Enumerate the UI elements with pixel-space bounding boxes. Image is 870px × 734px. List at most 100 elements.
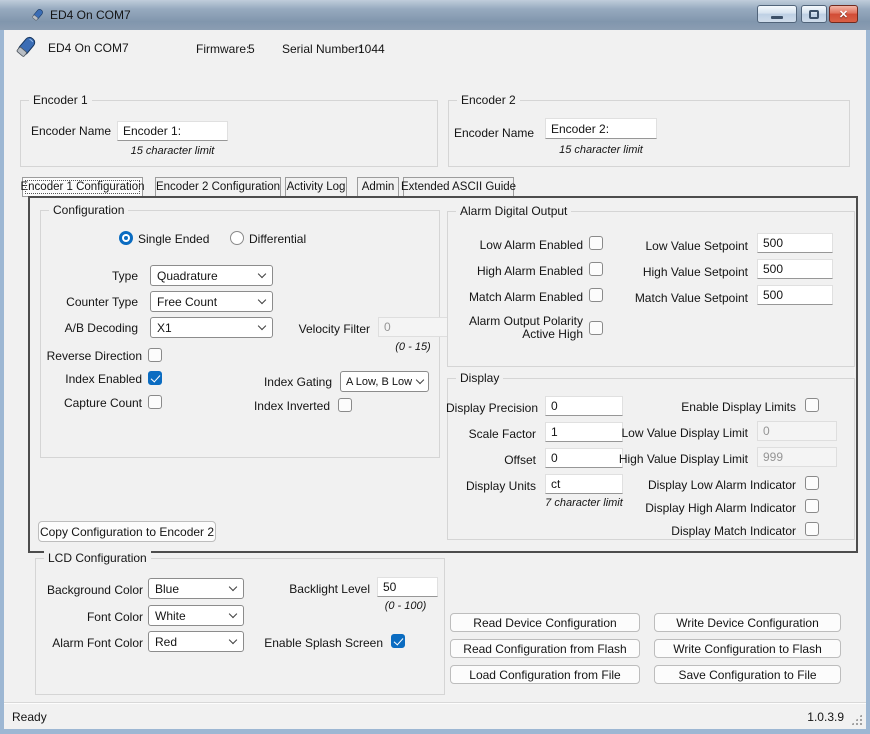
copy-configuration-button[interactable]: Copy Configuration to Encoder 2 xyxy=(38,521,216,542)
version-text: 1.0.3.9 xyxy=(807,710,844,724)
read-configuration-from-flash-button[interactable]: Read Configuration from Flash xyxy=(450,639,640,658)
enable-splash-screen-checkbox[interactable] xyxy=(391,634,405,648)
ab-decoding-label: A/B Decoding xyxy=(38,321,138,335)
alarm-polarity-label: Alarm Output PolarityActive High xyxy=(447,315,583,341)
high-setpoint-input[interactable] xyxy=(757,259,833,279)
chevron-down-icon xyxy=(258,322,266,330)
low-display-limit-label: Low Value Display Limit xyxy=(560,426,748,440)
serial-value: 1044 xyxy=(358,42,385,56)
encoder1-limit-note: 15 character limit xyxy=(117,145,228,157)
app-title: ED4 On COM7 xyxy=(48,41,129,55)
differential-label: Differential xyxy=(249,232,306,246)
backlight-level-input[interactable] xyxy=(377,577,438,597)
font-color-select[interactable]: White xyxy=(148,605,244,626)
lcd-group-title: LCD Configuration xyxy=(44,551,151,565)
index-inverted-checkbox[interactable] xyxy=(338,398,352,412)
close-icon: ✕ xyxy=(839,8,848,21)
alarm-output-group-title: Alarm Digital Output xyxy=(456,204,571,218)
encoder1-name-label: Encoder Name xyxy=(31,124,111,138)
encoder1-name-input[interactable] xyxy=(117,121,228,141)
chevron-down-icon xyxy=(229,583,237,591)
high-display-limit-input xyxy=(757,447,837,467)
status-text: Ready xyxy=(12,710,47,724)
velocity-filter-range-note: (0 - 15) xyxy=(378,341,448,353)
font-color-label: Font Color xyxy=(40,610,143,624)
titlebar[interactable]: ED4 On COM7 ✕ xyxy=(0,0,870,30)
ab-decoding-select[interactable]: X1 xyxy=(150,317,273,338)
index-gating-label: Index Gating xyxy=(230,375,332,389)
capture-count-checkbox[interactable] xyxy=(148,395,162,409)
velocity-filter-input xyxy=(378,317,448,337)
display-high-alarm-indicator-checkbox[interactable] xyxy=(805,499,819,513)
display-low-alarm-indicator-label: Display Low Alarm Indicator xyxy=(600,478,796,492)
close-button[interactable]: ✕ xyxy=(829,5,858,23)
high-display-limit-label: High Value Display Limit xyxy=(560,452,748,466)
chevron-down-icon xyxy=(416,376,424,384)
save-configuration-to-file-button[interactable]: Save Configuration to File xyxy=(654,665,841,684)
velocity-filter-label: Velocity Filter xyxy=(270,322,370,336)
maximize-icon xyxy=(809,10,819,19)
app-window: ED4 On COM7 ✕ ED4 On COM7 Firmware: 5 Se… xyxy=(0,0,870,734)
encoder2-group-title: Encoder 2 xyxy=(457,93,520,107)
reverse-direction-label: Reverse Direction xyxy=(38,349,142,363)
type-select[interactable]: Quadrature xyxy=(150,265,273,286)
alarm-polarity-checkbox[interactable] xyxy=(589,321,603,335)
encoder2-name-input[interactable] xyxy=(545,118,657,139)
counter-type-label: Counter Type xyxy=(38,295,138,309)
firmware-label: Firmware: xyxy=(196,42,249,56)
display-low-alarm-indicator-checkbox[interactable] xyxy=(805,476,819,490)
index-enabled-checkbox[interactable] xyxy=(148,371,162,385)
enable-display-limits-checkbox[interactable] xyxy=(805,398,819,412)
counter-type-select[interactable]: Free Count xyxy=(150,291,273,312)
load-configuration-from-file-button[interactable]: Load Configuration from File xyxy=(450,665,640,684)
read-device-configuration-button[interactable]: Read Device Configuration xyxy=(450,613,640,632)
match-setpoint-input[interactable] xyxy=(757,285,833,305)
low-display-limit-input xyxy=(757,421,837,441)
resize-grip[interactable] xyxy=(851,714,862,725)
configuration-group-title: Configuration xyxy=(49,203,128,217)
enable-splash-screen-label: Enable Splash Screen xyxy=(240,636,383,650)
single-ended-label: Single Ended xyxy=(138,232,209,246)
tab-admin[interactable]: Admin xyxy=(357,177,399,197)
high-alarm-enabled-label: High Alarm Enabled xyxy=(447,264,583,278)
single-ended-radio[interactable] xyxy=(119,231,133,245)
low-setpoint-input[interactable] xyxy=(757,233,833,253)
reverse-direction-checkbox[interactable] xyxy=(148,348,162,362)
maximize-button[interactable] xyxy=(801,5,827,23)
index-inverted-label: Index Inverted xyxy=(228,399,330,413)
index-gating-select[interactable]: A Low, B Low xyxy=(340,371,429,392)
chevron-down-icon xyxy=(258,270,266,278)
write-device-configuration-button[interactable]: Write Device Configuration xyxy=(654,613,841,632)
high-setpoint-label: High Value Setpoint xyxy=(600,265,748,279)
display-match-indicator-label: Display Match Indicator xyxy=(600,524,796,538)
status-bar: Ready 1.0.3.9 xyxy=(4,703,866,729)
encoder1-group-title: Encoder 1 xyxy=(29,93,92,107)
minimize-button[interactable] xyxy=(757,5,797,23)
display-group-title: Display xyxy=(456,371,503,385)
background-color-select[interactable]: Blue xyxy=(148,578,244,599)
alarm-font-color-label: Alarm Font Color xyxy=(40,636,143,650)
display-high-alarm-indicator-label: Display High Alarm Indicator xyxy=(600,501,796,515)
encoder2-name-label: Encoder Name xyxy=(454,126,534,140)
window-title: ED4 On COM7 xyxy=(50,8,131,22)
tab-extended-ascii-guide[interactable]: Extended ASCII Guide xyxy=(403,177,514,197)
tab-encoder1-configuration[interactable]: Encoder 1 Configuration xyxy=(22,177,143,197)
tab-activity-log[interactable]: Activity Log xyxy=(285,177,347,197)
low-setpoint-label: Low Value Setpoint xyxy=(600,239,748,253)
scale-factor-label: Scale Factor xyxy=(446,427,536,441)
tab-encoder2-configuration[interactable]: Encoder 2 Configuration xyxy=(155,177,281,197)
type-label: Type xyxy=(38,269,138,283)
encoder2-limit-note: 15 character limit xyxy=(545,144,657,156)
index-enabled-label: Index Enabled xyxy=(38,372,142,386)
display-precision-label: Display Precision xyxy=(446,401,536,415)
background-color-label: Background Color xyxy=(40,583,143,597)
write-configuration-to-flash-button[interactable]: Write Configuration to Flash xyxy=(654,639,841,658)
display-match-indicator-checkbox[interactable] xyxy=(805,522,819,536)
serial-label: Serial Number: xyxy=(282,42,362,56)
chevron-down-icon xyxy=(258,296,266,304)
minimize-icon xyxy=(771,16,783,19)
differential-radio[interactable] xyxy=(230,231,244,245)
match-alarm-enabled-label: Match Alarm Enabled xyxy=(447,290,583,304)
alarm-font-color-select[interactable]: Red xyxy=(148,631,244,652)
backlight-level-label: Backlight Level xyxy=(270,582,370,596)
